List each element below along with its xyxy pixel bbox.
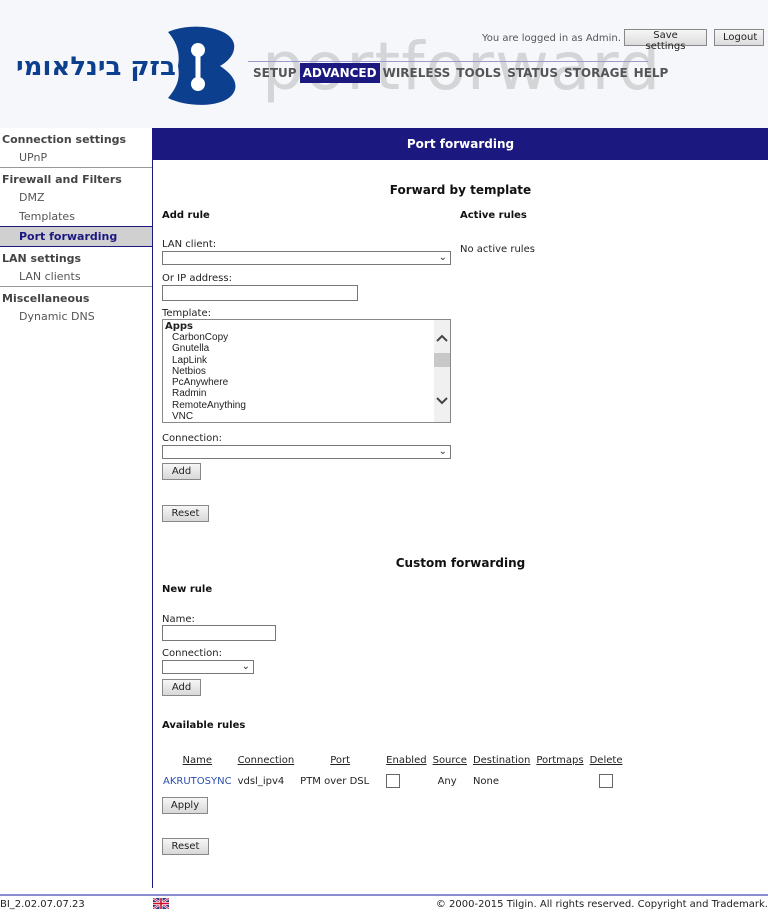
template-option[interactable]: PcAnywhere (163, 377, 450, 388)
name-label: Name: (162, 614, 195, 625)
table-row: AKRUTOSYNC vdsl_ipv4 PTM over DSL Any No… (160, 768, 625, 794)
header: בזק בינלאומי portforward You are logged … (0, 0, 768, 128)
logout-button[interactable]: Logout (714, 29, 764, 46)
template-option[interactable]: LapLink (163, 355, 450, 366)
available-rules-heading: Available rules (162, 720, 246, 731)
template-option[interactable]: Gnutella (163, 343, 450, 354)
sidebar-item-upnp[interactable]: UPnP (0, 148, 152, 167)
custom-connection-select[interactable]: ⌄ (162, 660, 254, 674)
ip-address-label: Or IP address: (162, 273, 232, 284)
template-option[interactable]: Netbios (163, 366, 450, 377)
rule-port: PTM over DSL (300, 775, 370, 787)
scrollbar-thumb[interactable] (434, 353, 450, 367)
rule-delete-checkbox[interactable] (599, 774, 614, 788)
save-settings-button[interactable]: Save settings (624, 29, 707, 52)
scroll-up-icon[interactable] (436, 334, 448, 342)
column-destination[interactable]: Destination (470, 752, 533, 768)
sidebar: Connection settings UPnP Firewall and Fi… (0, 128, 153, 888)
footer-divider (0, 894, 768, 896)
rules-table: Name Connection Port Enabled Source Dest… (160, 752, 625, 794)
apply-button[interactable]: Apply (162, 797, 208, 814)
template-option[interactable]: RemoteAnything (163, 400, 450, 411)
template-option[interactable]: CarbonCopy (163, 332, 450, 343)
rule-portmaps (533, 768, 586, 794)
lan-client-select[interactable]: ⌄ (162, 251, 451, 265)
template-reset-button[interactable]: Reset (162, 505, 209, 522)
custom-connection-label: Connection: (162, 648, 222, 659)
template-listbox[interactable]: Apps CarbonCopy Gnutella LapLink Netbios… (162, 319, 451, 423)
section-title-template: Forward by template (389, 183, 532, 197)
lan-client-label: LAN client: (162, 239, 217, 250)
template-add-button[interactable]: Add (162, 463, 201, 480)
sidebar-item-port-forwarding[interactable]: Port forwarding (0, 226, 152, 247)
sidebar-item-dmz[interactable]: DMZ (0, 188, 152, 207)
rule-enabled-checkbox[interactable] (386, 774, 401, 788)
rule-name-link[interactable]: AKRUTOSYNC (160, 768, 235, 794)
nav-advanced[interactable]: ADVANCED (299, 63, 380, 83)
firmware-version: BI_2.02.07.07.23 (0, 899, 85, 910)
bezeq-logo-icon (168, 26, 236, 105)
ip-address-input[interactable] (162, 285, 358, 301)
template-scrollbar[interactable] (434, 320, 450, 422)
column-portmaps[interactable]: Portmaps (533, 752, 586, 768)
new-rule-heading: New rule (162, 584, 213, 595)
sidebar-group-miscellaneous[interactable]: Miscellaneous (0, 286, 152, 307)
template-connection-select[interactable]: ⌄ (162, 445, 451, 459)
section-title-custom: Custom forwarding (395, 556, 526, 570)
sidebar-group-lan-settings[interactable]: LAN settings (0, 247, 152, 267)
active-rules-heading: Active rules (460, 210, 527, 221)
nav-storage[interactable]: STORAGE (561, 63, 631, 83)
column-name[interactable]: Name (160, 752, 235, 768)
template-connection-label: Connection: (162, 433, 222, 444)
template-label: Template: (162, 308, 211, 319)
logo-text: בזק בינלאומי (16, 52, 176, 82)
rule-connection: vdsl_ipv4 (237, 775, 285, 787)
column-connection[interactable]: Connection (235, 752, 298, 768)
chevron-down-icon: ⌄ (438, 446, 447, 457)
sidebar-item-lan-clients[interactable]: LAN clients (0, 267, 152, 286)
sidebar-item-dynamic-dns[interactable]: Dynamic DNS (0, 307, 152, 326)
chevron-down-icon: ⌄ (241, 661, 250, 672)
nav-setup[interactable]: SETUP (250, 63, 300, 83)
add-rule-heading: Add rule (162, 210, 210, 221)
column-enabled[interactable]: Enabled (383, 752, 429, 768)
table-header-row: Name Connection Port Enabled Source Dest… (160, 752, 625, 768)
custom-add-button[interactable]: Add (162, 679, 201, 696)
nav-divider (248, 61, 648, 62)
chevron-down-icon: ⌄ (438, 252, 447, 263)
custom-reset-button[interactable]: Reset (162, 838, 209, 855)
column-port[interactable]: Port (297, 752, 383, 768)
rule-enabled-cell (383, 768, 429, 794)
nav-tools[interactable]: TOOLS (453, 63, 504, 83)
uk-flag-icon[interactable] (153, 898, 169, 909)
main-nav: SETUP ADVANCED WIRELESS TOOLS STATUS STO… (250, 63, 671, 83)
rule-source: Any (437, 775, 457, 787)
nav-help[interactable]: HELP (631, 63, 672, 83)
template-option[interactable]: Radmin (163, 388, 450, 399)
sidebar-item-templates[interactable]: Templates (0, 207, 152, 226)
rule-destination: None (472, 775, 500, 787)
copyright-text: © 2000-2015 Tilgin. All rights reserved.… (435, 899, 768, 910)
scroll-down-icon[interactable] (436, 397, 448, 405)
template-group-apps: Apps (165, 321, 194, 332)
template-option[interactable]: VNC (163, 411, 450, 422)
sidebar-group-firewall[interactable]: Firewall and Filters (0, 167, 152, 188)
rule-name-input[interactable] (162, 625, 276, 641)
sidebar-group-connection-settings[interactable]: Connection settings (0, 128, 152, 148)
column-source[interactable]: Source (430, 752, 470, 768)
nav-status[interactable]: STATUS (504, 63, 561, 83)
page-title: Port forwarding (153, 128, 768, 160)
rule-delete-cell (587, 768, 626, 794)
no-active-rules-text: No active rules (460, 244, 535, 255)
column-delete[interactable]: Delete (587, 752, 626, 768)
login-status: You are logged in as Admin. (482, 33, 621, 44)
nav-wireless[interactable]: WIRELESS (380, 63, 454, 83)
